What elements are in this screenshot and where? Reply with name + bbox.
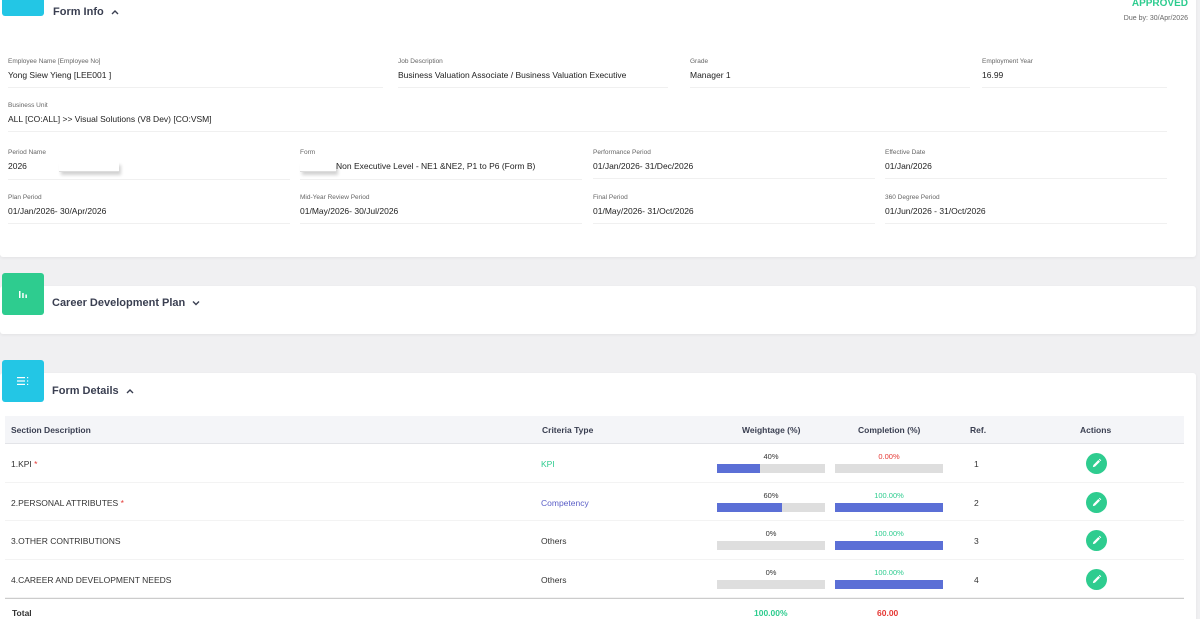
field-performance-period: Performance Period 01/Jan/2026- 31/Dec/2… — [593, 149, 875, 179]
form-info-title: Form Info — [53, 6, 104, 18]
header-weightage[interactable]: Weightage (%) — [742, 425, 800, 435]
completion-label: 0.00% — [878, 452, 900, 461]
completion-fill — [835, 502, 943, 512]
redacted-block — [59, 161, 120, 172]
due-date: Due by: 30/Apr/2026 — [1123, 15, 1188, 22]
completion-bar: 0.00% — [835, 452, 943, 476]
weightage-label: 60% — [763, 490, 779, 500]
ref-number: 2 — [974, 497, 979, 508]
completion-track — [835, 541, 943, 550]
weightage-fill — [717, 502, 782, 512]
weightage-track — [717, 579, 825, 589]
total-row: Total 100.00% 60.00 — [5, 598, 1184, 619]
redacted-block — [300, 161, 336, 172]
edit-button[interactable] — [1086, 491, 1107, 513]
criteria-type: Competency — [541, 497, 589, 508]
table-row: 1.KPI * KPI 40% 0.00% 1 — [5, 444, 1184, 483]
table-header: Section Description Criteria Type Weight… — [5, 416, 1184, 444]
completion-bar: 100.00% — [835, 568, 943, 592]
required-marker: * — [34, 459, 38, 469]
career-development-title: Career Development Plan — [52, 297, 186, 309]
pencil-icon — [1092, 458, 1102, 468]
completion-label: 100.00% — [874, 567, 904, 577]
form-info-tile-icon — [2, 0, 44, 16]
header-criteria-type[interactable]: Criteria Type — [542, 425, 593, 435]
header-completion[interactable]: Completion (%) — [858, 425, 920, 435]
completion-label: 100.00% — [874, 529, 904, 538]
header-actions: Actions — [1080, 425, 1112, 435]
header-section-description[interactable]: Section Description — [11, 425, 91, 435]
weightage-track — [717, 464, 825, 473]
completion-bar: 100.00% — [835, 529, 943, 553]
form-details-table: Section Description Criteria Type Weight… — [5, 416, 1184, 619]
weightage-bar: 60% — [717, 491, 825, 515]
chart-bar-icon — [2, 273, 44, 315]
field-period-name: Period Name 2026 — [8, 149, 290, 180]
chevron-up-icon — [126, 389, 134, 394]
section-description: 4.CAREER AND DEVELOPMENT NEEDS — [11, 574, 172, 585]
weightage-label: 40% — [763, 452, 779, 461]
edit-button[interactable] — [1086, 530, 1107, 551]
table-row: 4.CAREER AND DEVELOPMENT NEEDS Others 0%… — [5, 560, 1184, 598]
completion-fill — [835, 541, 943, 550]
form-info-toggle[interactable]: Form Info — [53, 6, 120, 18]
criteria-type: KPI — [541, 459, 555, 469]
field-form: Form Non Executive Level - NE1 &NE2, P1 … — [300, 149, 582, 180]
table-row: 3.OTHER CONTRIBUTIONS Others 0% 100.00% … — [5, 521, 1184, 560]
edit-button[interactable] — [1086, 568, 1107, 590]
ref-number: 3 — [974, 536, 979, 546]
field-final-period: Final Period 01/May/2026- 31/Oct/2026 — [593, 194, 875, 224]
weightage-track — [717, 502, 825, 512]
field-employment-year: Employment Year 16.99 — [982, 58, 1167, 88]
chevron-down-icon — [192, 301, 200, 306]
career-development-card: Career Development Plan — [0, 273, 1196, 334]
field-job-description: Job Description Business Valuation Assoc… — [398, 58, 668, 88]
form-info-card: Form Info APPROVED Due by: 30/Apr/2026 E… — [0, 0, 1196, 257]
completion-track — [835, 502, 943, 512]
total-label: Total — [12, 608, 32, 618]
weightage-track — [717, 541, 825, 550]
section-description: 1.KPI * — [11, 459, 38, 469]
weightage-label: 0% — [765, 529, 777, 538]
career-development-toggle[interactable]: Career Development Plan — [52, 297, 201, 309]
field-employee-name: Employee Name [Employee No] Yong Siew Yi… — [8, 58, 383, 88]
required-marker: * — [120, 497, 124, 508]
header-ref[interactable]: Ref. — [970, 425, 986, 435]
field-mid-year-review-period: Mid-Year Review Period 01/May/2026- 30/J… — [300, 194, 582, 224]
total-completion: 60.00 — [877, 608, 899, 618]
pencil-icon — [1092, 574, 1102, 583]
field-grade: Grade Manager 1 — [690, 58, 970, 88]
criteria-type: Others — [541, 536, 567, 546]
weightage-bar: 40% — [717, 452, 825, 476]
chevron-up-icon — [111, 10, 119, 15]
edit-button[interactable] — [1086, 453, 1107, 474]
ref-number: 1 — [974, 459, 979, 469]
completion-bar: 100.00% — [835, 491, 943, 515]
section-description: 3.OTHER CONTRIBUTIONS — [11, 536, 121, 546]
weightage-bar: 0% — [717, 568, 825, 592]
completion-label: 100.00% — [874, 490, 904, 500]
weightage-bar: 0% — [717, 529, 825, 553]
ref-number: 4 — [974, 574, 979, 585]
completion-track — [835, 579, 943, 589]
form-details-card: Form Details Section Description Criteri… — [0, 360, 1196, 619]
section-description: 2.PERSONAL ATTRIBUTES * — [11, 497, 124, 508]
form-details-toggle[interactable]: Form Details — [52, 385, 135, 397]
form-details-title: Form Details — [52, 385, 119, 397]
status-badge: APPROVED — [1131, 0, 1188, 9]
total-weightage: 100.00% — [754, 608, 788, 618]
weightage-label: 0% — [765, 567, 777, 577]
table-row: 2.PERSONAL ATTRIBUTES * Competency 60% 1… — [5, 483, 1184, 521]
list-icon — [2, 360, 44, 402]
pencil-icon — [1092, 535, 1102, 545]
pencil-icon — [1092, 497, 1102, 506]
weightage-fill — [717, 464, 761, 473]
field-360-degree-period: 360 Degree Period 01/Jun/2026 - 31/Oct/2… — [885, 194, 1167, 224]
field-plan-period: Plan Period 01/Jan/2026- 30/Apr/2026 — [8, 194, 290, 224]
field-business-unit: Business Unit ALL [CO:ALL] >> Visual Sol… — [8, 102, 1167, 132]
criteria-type: Others — [541, 574, 567, 585]
completion-fill — [835, 579, 943, 589]
field-effective-date: Effective Date 01/Jan/2026 — [885, 149, 1167, 179]
completion-track — [835, 464, 943, 473]
